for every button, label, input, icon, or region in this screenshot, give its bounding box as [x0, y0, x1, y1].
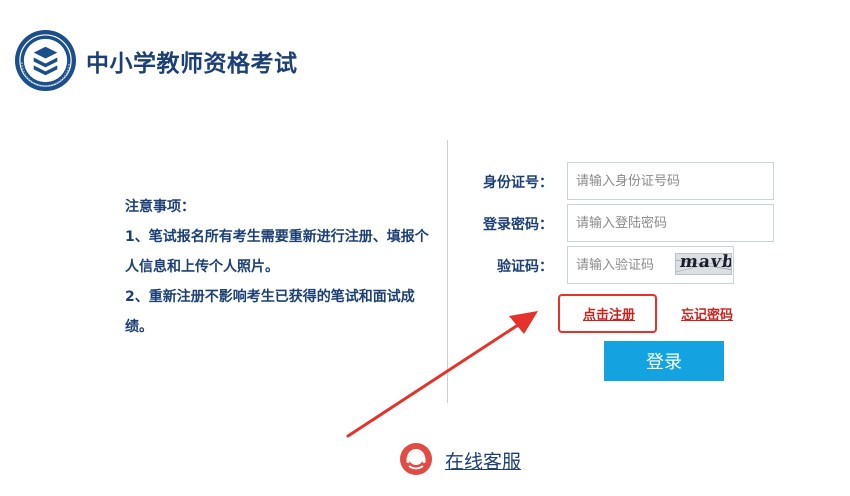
site-title: 中小学教师资格考试 — [86, 51, 298, 77]
register-link[interactable]: 点击注册 — [583, 304, 635, 323]
notice-title: 注意事项： — [125, 199, 195, 215]
notice-panel: 注意事项： 1、笔试报名所有考生需要重新进行注册、填报个人信息和上传个人照片。 … — [125, 192, 430, 342]
forgot-password-link[interactable]: 忘记密码 — [681, 304, 733, 323]
captcha-label: 验证码： — [497, 259, 553, 275]
certification-seal-logo — [14, 29, 77, 92]
password-label: 登录密码： — [483, 217, 553, 233]
id-number-label: 身份证号： — [483, 175, 553, 191]
login-button[interactable]: 登录 — [604, 341, 724, 381]
notice-item: 2、重新注册不影响考生已获得的笔试和面试成绩。 — [125, 289, 415, 335]
customer-service-icon[interactable] — [400, 443, 432, 475]
id-number-input[interactable] — [567, 162, 774, 200]
password-input[interactable] — [567, 204, 774, 242]
captcha-text: mavb — [678, 253, 732, 272]
notice-item: 1、笔试报名所有考生需要重新进行注册、填报个人信息和上传个人照片。 — [125, 229, 429, 275]
online-support-link[interactable]: 在线客服 — [445, 447, 521, 474]
captcha-image[interactable]: mavb — [675, 253, 732, 275]
vertical-divider — [447, 140, 448, 403]
